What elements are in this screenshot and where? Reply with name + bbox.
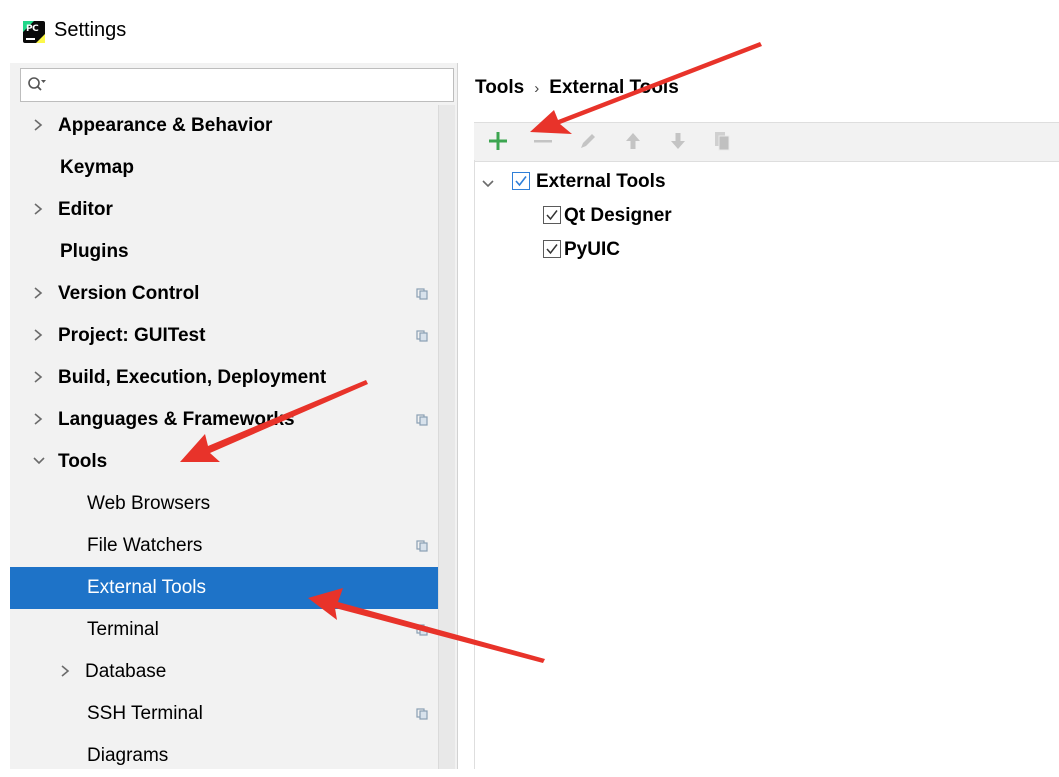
chevron-down-icon [32,453,45,469]
sidebar-item-tools[interactable]: Tools [10,441,455,483]
sidebar-item-appearance-behavior[interactable]: Appearance & Behavior [10,105,455,147]
sidebar-item-file-watchers[interactable]: File Watchers [10,525,455,567]
sidebar-item-label: Diagrams [87,745,169,766]
sidebar-item-plugins[interactable]: Plugins [10,231,455,273]
sidebar-item-label: Tools [58,451,108,472]
breadcrumb-current: External Tools [549,77,679,98]
sidebar-item-label: File Watchers [87,535,203,556]
sidebar-item-label: Version Control [58,283,200,304]
external-tools-toolbar [474,122,1059,162]
chevron-right-icon [32,411,44,427]
sidebar-item-version-control[interactable]: Version Control [10,273,455,315]
project-config-icon [416,540,428,552]
sidebar-item-label: Web Browsers [87,493,211,514]
tool-item-pyuic[interactable]: PyUIC [543,233,943,267]
sidebar-item-label: Editor [58,199,113,220]
copy-icon[interactable] [711,129,735,153]
sidebar-item-label: Project: GUITest [58,325,206,346]
tool-checkbox[interactable] [543,240,561,258]
sidebar-item-project-guitest[interactable]: Project: GUITest [10,315,455,357]
sidebar-item-label: Database [85,661,167,682]
sidebar-item-diagrams[interactable]: Diagrams [10,735,455,777]
chevron-right-icon [32,117,44,133]
tool-label: PyUIC [564,239,620,260]
tool-label: Qt Designer [564,205,672,226]
group-checkbox[interactable] [512,172,530,190]
project-config-icon [416,624,428,636]
sidebar-item-label: External Tools [87,577,206,598]
project-config-icon [416,330,428,342]
settings-sidebar: Appearance & Behavior Keymap Editor Plug… [10,63,457,769]
breadcrumb-separator: › [534,80,540,97]
tool-group-external-tools[interactable]: External Tools [475,165,1055,199]
project-config-icon [416,288,428,300]
sidebar-item-external-tools[interactable]: External Tools [10,567,455,609]
sidebar-item-editor[interactable]: Editor [10,189,455,231]
project-config-icon [416,708,428,720]
chevron-right-icon [59,663,71,679]
arrow-down-icon[interactable] [666,129,690,153]
sidebar-item-web-browsers[interactable]: Web Browsers [10,483,455,525]
sidebar-item-label: SSH Terminal [87,703,203,724]
sidebar-item-ssh-terminal[interactable]: SSH Terminal [10,693,455,735]
sidebar-item-label: Languages & Frameworks [58,409,295,430]
minus-icon[interactable] [531,129,555,153]
project-config-icon [416,414,428,426]
sidebar-item-build-execution-deployment[interactable]: Build, Execution, Deployment [10,357,455,399]
sidebar-item-database[interactable]: Database [10,651,455,693]
external-tools-tree: External Tools Qt Designer PyUIC [474,160,1059,769]
tool-group-label: External Tools [536,171,666,192]
sidebar-item-terminal[interactable]: Terminal [10,609,455,651]
sidebar-item-label: Terminal [87,619,159,640]
chevron-right-icon [32,327,44,343]
chevron-right-icon [32,201,44,217]
chevron-right-icon [32,285,44,301]
chevron-down-icon[interactable] [481,177,495,194]
title-bar: PC Settings [0,0,1059,63]
tool-item-qt-designer[interactable]: Qt Designer [543,199,943,233]
tool-checkbox[interactable] [543,206,561,224]
window-title: Settings [54,19,127,41]
pycharm-logo-icon: PC [23,21,45,43]
pencil-icon[interactable] [576,129,600,153]
breadcrumb-parent[interactable]: Tools [475,77,524,98]
logo-text: PC [26,24,39,34]
sidebar-item-label: Plugins [60,241,129,262]
search-input[interactable] [20,68,454,102]
sidebar-scrollbar[interactable] [438,105,455,769]
sidebar-item-label: Build, Execution, Deployment [58,367,327,388]
sidebar-item-languages-frameworks[interactable]: Languages & Frameworks [10,399,455,441]
settings-content: Tools › External Tools External Tools Qt… [458,63,1059,769]
arrow-up-icon[interactable] [621,129,645,153]
sidebar-item-keymap[interactable]: Keymap [10,147,455,189]
breadcrumb: Tools › External Tools [475,77,679,99]
sidebar-item-label: Appearance & Behavior [58,115,273,136]
sidebar-item-label: Keymap [60,157,134,178]
plus-icon[interactable] [486,129,510,153]
search-icon [28,77,46,91]
chevron-right-icon [32,369,44,385]
